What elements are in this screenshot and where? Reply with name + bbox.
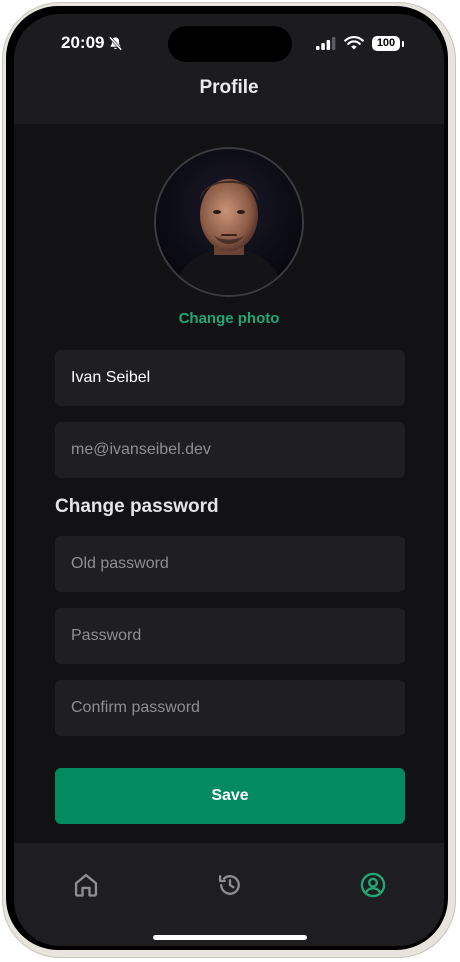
email-field-placeholder: me@ivanseibel.dev <box>71 441 211 458</box>
name-field-value: Ivan Seibel <box>71 369 151 386</box>
page-title: Profile <box>199 77 259 98</box>
status-icons: 100 <box>316 36 404 51</box>
home-indicator[interactable] <box>153 935 307 940</box>
confirm-password-placeholder: Confirm password <box>71 699 200 716</box>
password-field[interactable]: Password <box>55 608 405 664</box>
save-button[interactable]: Save <box>55 768 405 824</box>
email-field[interactable]: me@ivanseibel.dev <box>55 422 405 478</box>
battery-tip <box>402 40 404 47</box>
cellular-signal-icon <box>316 37 336 50</box>
name-field[interactable]: Ivan Seibel <box>55 350 405 406</box>
bell-slash-icon <box>109 35 123 51</box>
tab-bar <box>14 843 444 946</box>
dynamic-island <box>168 26 292 62</box>
change-photo-button[interactable]: Change photo <box>14 310 444 327</box>
history-icon[interactable] <box>216 871 244 899</box>
old-password-placeholder: Old password <box>71 555 169 572</box>
battery-icon: 100 <box>372 36 404 51</box>
app-screen: 20:09 100 Profile Change photo Ivan Seib… <box>14 14 444 946</box>
status-time: 20:09 <box>61 33 105 52</box>
app-header: 20:09 100 Profile <box>14 14 444 124</box>
avatar[interactable] <box>156 149 302 295</box>
change-password-heading: Change password <box>55 496 219 517</box>
status-time-group: 20:09 <box>61 33 123 53</box>
password-placeholder: Password <box>71 627 142 644</box>
wifi-icon <box>344 36 364 50</box>
profile-photo <box>156 149 302 295</box>
user-circle-icon[interactable] <box>359 871 387 899</box>
confirm-password-field[interactable]: Confirm password <box>55 680 405 736</box>
home-icon[interactable] <box>72 871 100 899</box>
old-password-field[interactable]: Old password <box>55 536 405 592</box>
battery-level: 100 <box>372 36 400 51</box>
